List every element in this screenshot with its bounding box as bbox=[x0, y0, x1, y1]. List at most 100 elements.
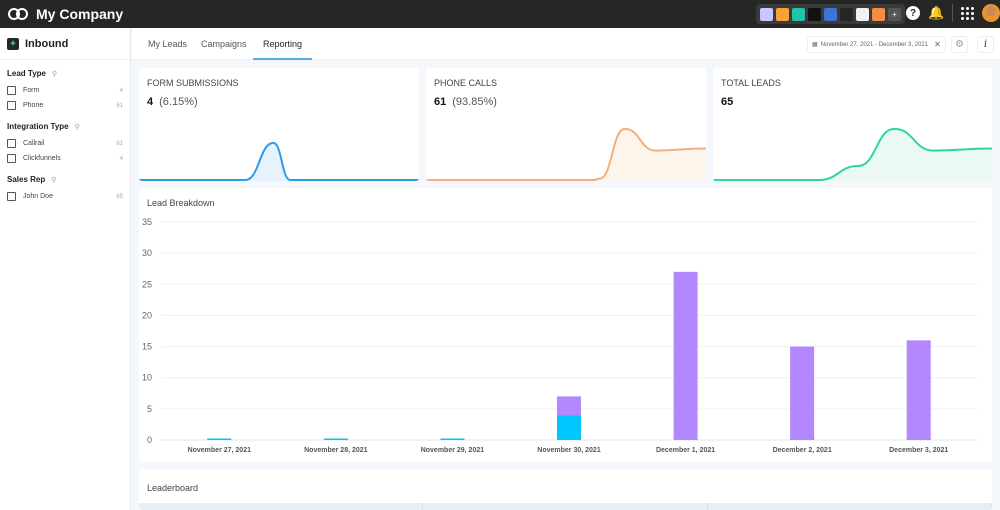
bar-form[interactable] bbox=[557, 415, 581, 440]
bar-phone[interactable] bbox=[673, 271, 698, 440]
inbound-logo-icon: ✦ bbox=[7, 37, 19, 50]
bar-form[interactable] bbox=[440, 438, 465, 441]
kpi-value: 61 bbox=[434, 96, 447, 108]
filter-item[interactable]: Form 4 bbox=[7, 83, 123, 98]
filter-item-label: Clickfunnels bbox=[23, 155, 61, 162]
filter-item-label: John Doe bbox=[23, 193, 53, 200]
checkbox[interactable] bbox=[7, 192, 16, 201]
filter-item-label: Callrail bbox=[23, 140, 45, 147]
kpi-sparkline bbox=[713, 127, 992, 181]
notification-bell-icon[interactable]: 🔔 bbox=[928, 5, 944, 21]
app-8-icon[interactable] bbox=[872, 7, 885, 21]
y-tick-label: 15 bbox=[142, 342, 152, 352]
filter-item-count: 4 bbox=[119, 87, 123, 94]
x-tick-label: December 2, 2021 bbox=[773, 447, 832, 454]
leaderboard-card: Leaderboard bbox=[139, 469, 992, 510]
divider bbox=[952, 4, 954, 22]
app-4-icon[interactable] bbox=[808, 7, 821, 21]
x-tick-label: November 29, 2021 bbox=[421, 447, 485, 454]
app-5-icon[interactable] bbox=[824, 7, 837, 21]
bar-phone[interactable] bbox=[906, 340, 931, 440]
y-tick-label: 10 bbox=[142, 373, 152, 383]
calendar-icon: ▦ bbox=[812, 42, 818, 48]
app-1-icon[interactable] bbox=[760, 7, 773, 21]
clear-date-icon[interactable]: ✕ bbox=[934, 40, 941, 49]
app-6-icon[interactable] bbox=[840, 7, 853, 21]
info-icon[interactable]: i bbox=[977, 36, 994, 53]
filter-item-count: 65 bbox=[116, 193, 123, 200]
filter-item[interactable]: Clickfunnels 4 bbox=[7, 151, 123, 166]
sidebar-header: ✦ Inbound bbox=[0, 28, 130, 60]
filter-item[interactable]: Callrail 61 bbox=[7, 136, 123, 151]
tab-campaigns[interactable]: Campaigns bbox=[201, 28, 247, 60]
app-2-icon[interactable] bbox=[776, 7, 789, 21]
company-logo-icon bbox=[8, 8, 30, 20]
bar-form[interactable] bbox=[323, 438, 348, 441]
kpi-title: PHONE CALLS bbox=[434, 78, 498, 88]
kpi-percent: (93.85%) bbox=[452, 96, 497, 108]
leaderboard-table-header bbox=[139, 503, 992, 510]
y-tick-label: 5 bbox=[147, 404, 152, 414]
y-tick-label: 30 bbox=[142, 248, 152, 258]
lead-breakdown-chart: 0 5 10 15 20 25 30 35 November 27, 2021 November … bbox=[142, 217, 977, 454]
pin-icon[interactable]: ⚲ bbox=[51, 176, 56, 184]
checkbox[interactable] bbox=[7, 101, 16, 110]
filter-item[interactable]: John Doe 65 bbox=[7, 189, 123, 204]
app-7-icon[interactable] bbox=[856, 7, 869, 21]
y-tick-label: 35 bbox=[142, 217, 152, 227]
filter-group: Integration Type ⚲ Callrail 61 Clickfunnels 4 bbox=[0, 122, 130, 166]
date-range-picker[interactable]: ▦ November 27, 2021 - December 3, 2021 ✕ bbox=[807, 36, 946, 53]
kpi-value: 65 bbox=[721, 96, 734, 108]
kpi-value: 4 bbox=[147, 96, 154, 108]
pin-icon[interactable]: ⚲ bbox=[52, 70, 57, 78]
filter-group-label: Integration Type bbox=[7, 122, 69, 131]
tab-my-leads[interactable]: My Leads bbox=[148, 28, 187, 60]
bar-form[interactable] bbox=[207, 438, 232, 441]
y-tick-label: 25 bbox=[142, 279, 152, 289]
company-name: My Company bbox=[36, 6, 124, 22]
apps-grid-icon[interactable] bbox=[961, 6, 975, 20]
filter-group-title: Lead Type ⚲ bbox=[7, 69, 123, 78]
tab-reporting[interactable]: Reporting bbox=[253, 28, 313, 60]
sidebar: ✦ Inbound Lead Type ⚲ Form 4 Phone 61 Integrat… bbox=[0, 28, 131, 510]
kpi-title: FORM SUBMISSIONS bbox=[147, 78, 239, 88]
filter-item-count: 61 bbox=[116, 140, 123, 147]
filter-group-title: Integration Type ⚲ bbox=[7, 122, 123, 131]
y-tick-label: 20 bbox=[142, 310, 152, 320]
filter-item[interactable]: Phone 61 bbox=[7, 98, 123, 113]
kpi-value-row: 65 bbox=[721, 96, 739, 108]
bar-phone[interactable] bbox=[790, 346, 815, 440]
kpi-value-row: 4 (6.15%) bbox=[147, 96, 198, 108]
lead-breakdown-card: Lead Breakdown 0 5 10 15 20 25 30 35 November 27… bbox=[139, 188, 992, 462]
kpi-sparkline bbox=[426, 127, 706, 181]
help-icon[interactable]: ? bbox=[906, 6, 920, 20]
filter-group: Lead Type ⚲ Form 4 Phone 61 bbox=[0, 69, 130, 113]
filter-item-label: Phone bbox=[23, 102, 44, 109]
kpi-sparkline bbox=[139, 141, 419, 181]
date-range-text: November 27, 2021 - December 3, 2021 bbox=[820, 41, 929, 48]
kpi-card: TOTAL LEADS 65 bbox=[713, 68, 992, 181]
user-avatar[interactable] bbox=[982, 4, 1000, 22]
x-tick-label: November 30, 2021 bbox=[537, 447, 601, 454]
filter-group-label: Sales Rep bbox=[7, 175, 46, 184]
filter-item-count: 61 bbox=[116, 102, 123, 109]
sparkline-area bbox=[426, 128, 706, 181]
y-tick-label: 0 bbox=[147, 435, 152, 445]
add-app-button[interactable]: + bbox=[888, 7, 901, 21]
x-tick-label: December 1, 2021 bbox=[656, 447, 715, 454]
bar-phone[interactable] bbox=[557, 396, 581, 416]
app-3-icon[interactable] bbox=[792, 7, 805, 21]
settings-gear-icon[interactable]: ⚙ bbox=[951, 36, 968, 53]
leaderboard-title: Leaderboard bbox=[147, 483, 199, 493]
checkbox[interactable] bbox=[7, 139, 16, 148]
company-brand[interactable]: My Company bbox=[8, 6, 123, 22]
checkbox[interactable] bbox=[7, 154, 16, 163]
sparkline-area bbox=[713, 128, 992, 181]
top-bar: My Company + ? 🔔 bbox=[0, 0, 1000, 28]
x-tick-label: November 27, 2021 bbox=[188, 447, 252, 454]
x-tick-label: November 28, 2021 bbox=[304, 447, 368, 454]
checkbox[interactable] bbox=[7, 86, 16, 95]
kpi-value-row: 61 (93.85%) bbox=[434, 96, 497, 108]
filter-group-title: Sales Rep ⚲ bbox=[7, 175, 123, 184]
pin-icon[interactable]: ⚲ bbox=[75, 123, 80, 131]
